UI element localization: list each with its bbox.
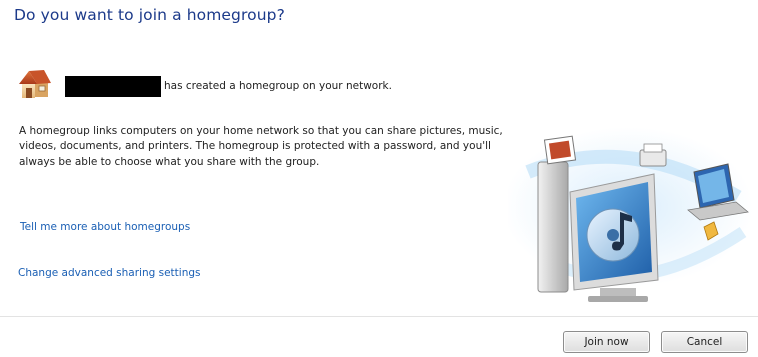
advanced-sharing-settings-link[interactable]: Change advanced sharing settings [18,267,201,279]
homegroup-owner-row: has created a homegroup on your network. [17,67,392,101]
homegroup-description: A homegroup links computers on your home… [19,125,503,168]
homegroup-dialog: Do you want to join a homegroup? has cre… [0,0,758,357]
redacted-owner-name [65,75,161,97]
cancel-button[interactable]: Cancel [661,331,748,353]
owner-message: has created a homegroup on your network. [164,80,392,92]
dialog-heading: Do you want to join a homegroup? [14,6,285,24]
join-now-button[interactable]: Join now [563,331,650,353]
homegroup-devices-illustration [503,112,758,317]
house-icon [17,67,53,101]
tell-me-more-link[interactable]: Tell me more about homegroups [20,221,190,233]
dialog-footer: Join now Cancel [0,317,758,357]
